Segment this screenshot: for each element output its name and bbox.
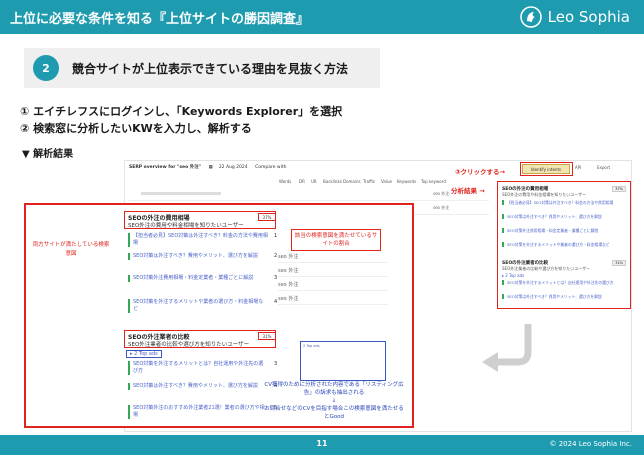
list-item[interactable]: 【担当者必見】SEO対策は外注すべき？料金の方法や費用相場	[502, 200, 620, 205]
serp-toolbar: SERP overview for "seo 外注" ▦ 22 Aug 2024 …	[129, 164, 292, 170]
list-item[interactable]: SEO対策を外注するメリットとは？自社運用や外注先の選び方	[502, 280, 620, 285]
copyright: © 2024 Leo Sophia Inc.	[549, 440, 633, 448]
list-item[interactable]: SEO対策を外注するメリットや業者の選び方・料金相場など	[502, 242, 620, 247]
header-bar: 上位に必要な条件を知る『上位サイトの勝因調査』 Leo Sophia	[0, 0, 644, 34]
instruction-line-2: ② 検索窓に分析したいKWを入力し、解析する	[20, 122, 252, 135]
col-domains: Domains	[343, 179, 361, 184]
sp-section2-badge: 31%	[612, 260, 626, 266]
sp-section1-sub: SEO外注の費用や料金相場を知りたいユーザー	[502, 192, 587, 197]
col-backlinks: Backlinks	[323, 179, 342, 184]
export-button[interactable]: Export	[597, 165, 610, 170]
zoomed-intent-panel: 両方サイトが満たしている検索意図 該当の検索意図を満たせているサイトの割合 SE…	[24, 203, 414, 428]
step-box: 2 競合サイトが上位表示できている理由を見抜く方法	[24, 48, 380, 88]
col-top-keyword: Top keyword	[421, 179, 446, 184]
list-item[interactable]: SEO対策は外注すべき？費用やメリット、選び方を解説	[502, 214, 620, 219]
api-button[interactable]: API	[575, 165, 581, 170]
col-ur: UR	[311, 179, 317, 184]
left-annotation: 両方サイトが満たしている検索意図	[32, 242, 110, 257]
footer-bar: 11 © 2024 Leo Sophia Inc.	[0, 435, 644, 455]
sp-section2-sub: SEO外注業者の比較や選び方を知りたいユーザー	[502, 266, 591, 271]
result-heading: ▼ 解析結果	[22, 149, 74, 160]
click-annotation: ③クリックする→	[455, 168, 505, 176]
section1-badge: 37%	[258, 213, 276, 221]
list-item[interactable]: SEO対策は外注すべき？費用やメリット、選び方を解説 2	[128, 253, 277, 260]
identify-intents-label: Identify intents	[530, 166, 562, 172]
leo-sophia-logo-icon	[519, 6, 542, 28]
mid-annotation: 該当の検索意図を満たせているサイトの割合	[291, 229, 381, 251]
list-item[interactable]: SEO対策外注費用相場・料金定業者・業種ごとに解説	[502, 228, 620, 233]
list-item[interactable]: SEO対策を外注するメリットとは？自社運用や外注先の選び方 3	[128, 361, 277, 375]
curved-arrow-icon	[482, 324, 532, 372]
list-item[interactable]: 【担当者必見】SEO対策は外注すべき？料金の方法や費用相場 1	[128, 233, 277, 247]
step-number: 2	[33, 55, 59, 81]
page-number: 11	[316, 439, 328, 448]
list-item[interactable]: SEO対策外注のおすすめ外注業者21選！業者の選び方や相場 5	[128, 405, 277, 419]
section1-sub: SEO外注の費用や料金相場を知りたいユーザー	[128, 223, 244, 229]
list-item[interactable]: SEO対策外注費用相場・料金定業者・業種ごとに解説 3	[128, 275, 277, 282]
serp-column-header: Words DR UR Backlinks Domains Traffic Va…	[129, 179, 446, 187]
list-item[interactable]: SEO対策は外注すべき？費用やメリット、選び方を解説	[502, 294, 620, 299]
calendar-icon: ▦	[208, 165, 213, 170]
ads-annotation: CV獲得のために分析された内容である「リスティング広告」の訴求も抽出される ↓ …	[264, 382, 404, 420]
sp-section1-badge: 37%	[612, 186, 626, 192]
list-item[interactable]: SEO対策を外注するメリットや業者の選び方・料金相場など 4	[128, 299, 277, 313]
instruction-line-1: ① エイチレフスにログインし、「Keywords Explorer」を選択	[20, 105, 343, 118]
identify-intents-button[interactable]: Identify intents	[522, 164, 570, 174]
section2-sub: SEO外注業者の比較や選び方を知りたいユーザー	[128, 342, 250, 348]
table-row[interactable]: seo 外注	[129, 187, 489, 201]
col-dr: DR	[299, 179, 305, 184]
col-value: Value	[381, 179, 392, 184]
serp-title: SERP overview for "seo 外注"	[129, 165, 202, 170]
slide-title: 上位に必要な条件を知る『上位サイトの勝因調査』	[10, 12, 310, 27]
ads-preview-box: 2 Top ads	[300, 341, 386, 381]
down-arrow-icon: ↓	[331, 398, 337, 404]
step-title: 競合サイトが上位表示できている理由を見抜く方法	[72, 62, 349, 76]
col-traffic: Traffic	[363, 179, 376, 184]
brand-name: Leo Sophia	[547, 8, 630, 26]
serp-date: 22 Aug 2024	[218, 165, 248, 170]
col-keywords: Keywords	[397, 179, 417, 184]
intent-analysis-panel: SEOの外注の費用相場 37% SEO外注の費用や料金相場を知りたいユーザー 【…	[497, 181, 631, 309]
list-item[interactable]: SEO対策は外注すべき？費用やメリット、選び方を解説 4	[128, 383, 277, 390]
section2-badge: 31%	[258, 332, 276, 340]
col-words: Words	[279, 179, 292, 184]
brand: Leo Sophia	[519, 4, 630, 30]
section2-top-ads[interactable]: ▸ 2 Top ads	[126, 350, 162, 358]
serp-rows-right: seo 外注 seo 外注 seo 外注 seo 外注	[278, 249, 388, 305]
sp-top-ads[interactable]: ▸ 2 Top ads	[502, 273, 524, 278]
compare-select[interactable]: Compare with	[255, 165, 286, 170]
